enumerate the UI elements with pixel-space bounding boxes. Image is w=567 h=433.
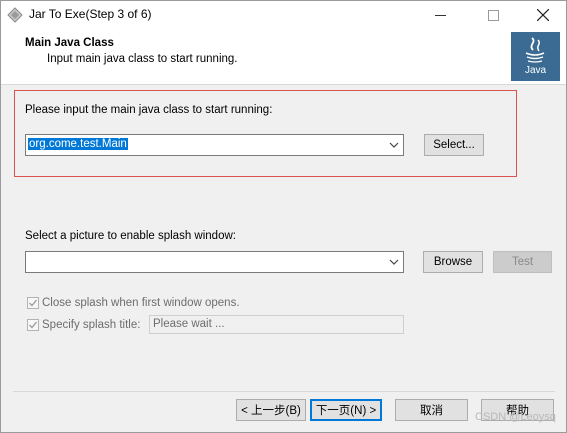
maximize-button[interactable] (470, 1, 516, 29)
checkmark-icon (29, 299, 38, 307)
watermark-text: CSDN @Leoysq (475, 411, 556, 423)
specify-title-checkbox[interactable] (27, 319, 39, 331)
main-class-value: org.come.test.Main (28, 138, 128, 150)
splash-title-input[interactable]: Please wait ... (149, 315, 404, 334)
title-bar: Jar To Exe(Step 3 of 6) (1, 1, 566, 29)
back-button[interactable]: < 上一步(B) (236, 399, 306, 421)
checkmark-icon (29, 321, 38, 329)
next-button[interactable]: 下一页(N) > (310, 399, 382, 421)
wizard-header: Main Java Class Input main java class to… (1, 29, 566, 85)
main-class-label: Please input the main java class to star… (25, 104, 273, 116)
splash-picture-combobox[interactable] (25, 251, 404, 273)
select-class-button[interactable]: Select... (424, 134, 484, 156)
footer-divider (13, 391, 555, 392)
main-class-combobox[interactable]: org.come.test.Main (25, 134, 404, 156)
app-icon (7, 7, 23, 23)
java-logo-text: Java (525, 65, 547, 76)
cancel-button[interactable]: 取消 (395, 399, 468, 421)
minimize-button[interactable] (417, 1, 463, 29)
test-button[interactable]: Test (493, 251, 552, 273)
page-subtitle: Input main java class to start running. (47, 53, 238, 65)
maximize-icon (487, 9, 499, 21)
wizard-window: Jar To Exe(Step 3 of 6) Main Java Class … (0, 0, 567, 433)
chevron-down-icon[interactable] (389, 141, 399, 149)
specify-title-label: Specify splash title: (42, 319, 141, 331)
browse-button[interactable]: Browse (423, 251, 483, 273)
close-splash-label: Close splash when first window opens. (42, 297, 240, 309)
java-logo-icon: Java (511, 32, 560, 81)
chevron-down-icon[interactable] (389, 258, 399, 266)
close-icon (537, 9, 549, 21)
minimize-icon (434, 14, 446, 16)
page-title: Main Java Class (25, 37, 114, 49)
close-splash-checkbox[interactable] (27, 297, 39, 309)
window-title: Jar To Exe(Step 3 of 6) (29, 7, 152, 21)
splash-label: Select a picture to enable splash window… (25, 230, 236, 242)
close-button[interactable] (520, 1, 566, 29)
